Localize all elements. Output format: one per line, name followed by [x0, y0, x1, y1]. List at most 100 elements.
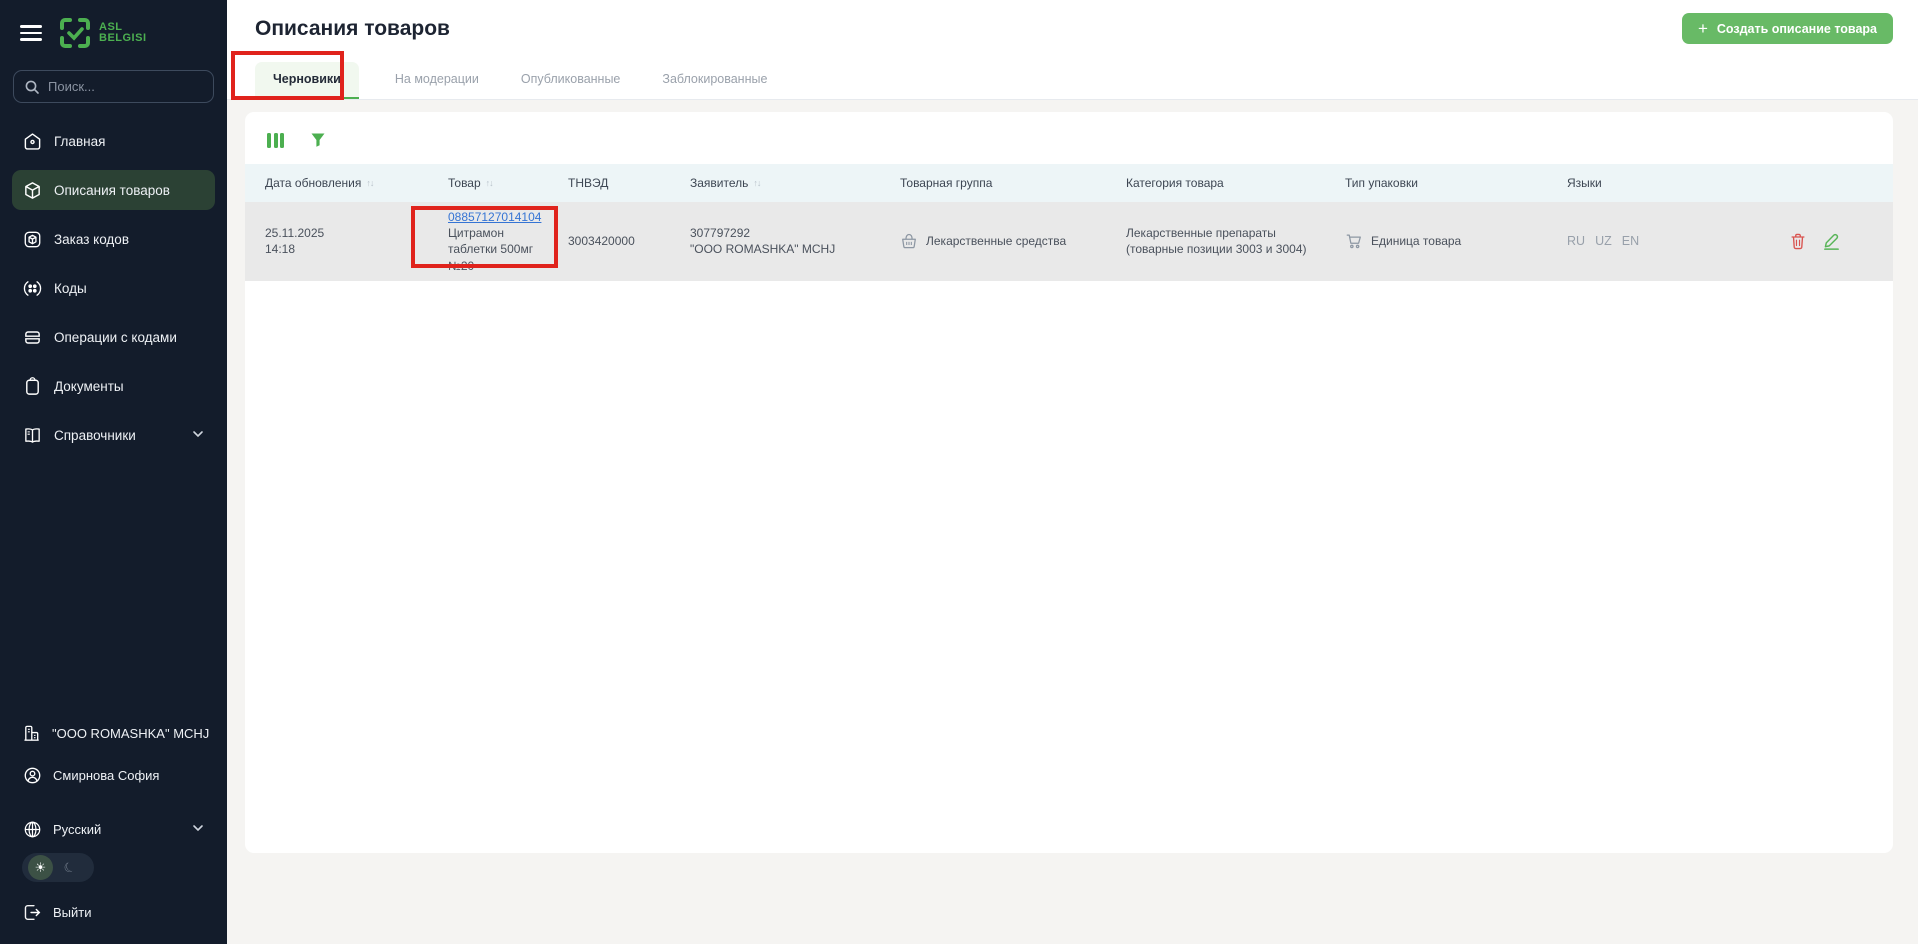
main-body: Дата обновления ↑↓ Товар ↑↓ ТНВЭД Заявит… [227, 101, 1918, 944]
page-title: Описания товаров [255, 17, 450, 41]
company-icon [22, 723, 41, 743]
create-button-label: Создать описание товара [1717, 22, 1877, 36]
content-card: Дата обновления ↑↓ Товар ↑↓ ТНВЭД Заявит… [245, 112, 1893, 853]
logout-button[interactable]: Выйти [12, 892, 215, 932]
app-logo: ASL BELGISI [58, 16, 147, 50]
documents-icon [22, 376, 42, 396]
dark-theme-icon[interactable]: ☾ [53, 851, 86, 884]
language-label: Русский [53, 822, 101, 837]
logout-icon [22, 902, 42, 922]
cell-updated: 25.11.2025 14:18 [245, 218, 428, 264]
cell-packaging: Единица товара [1325, 225, 1547, 257]
applicant-name: "OOO ROMASHKA" MCHJ [690, 241, 874, 257]
search-icon [24, 79, 40, 95]
user-icon [22, 765, 42, 785]
package-icon [22, 180, 42, 200]
globe-icon [22, 819, 42, 839]
sidebar-item-order-codes[interactable]: Заказ кодов [12, 219, 215, 259]
code-operations-icon [22, 327, 42, 347]
sidebar-item-label: Описания товаров [54, 183, 170, 198]
column-header-updated[interactable]: Дата обновления ↑↓ [245, 176, 428, 190]
cell-actions [1769, 225, 1911, 258]
column-header-applicant[interactable]: Заявитель ↑↓ [670, 176, 880, 190]
sidebar-item-home[interactable]: Главная [12, 121, 215, 161]
sidebar-item-documents[interactable]: Документы [12, 366, 215, 406]
light-theme-icon[interactable]: ☀ [28, 855, 53, 880]
cell-product-group: Лекарственные средства [880, 225, 1106, 257]
column-header-category: Категория товара [1106, 176, 1325, 190]
sort-icon: ↑↓ [366, 178, 373, 188]
tab-published[interactable]: Опубликованные [515, 62, 627, 99]
cell-tnved: 3003420000 [548, 226, 670, 256]
language-badge: EN [1622, 233, 1639, 250]
chevron-down-icon [191, 821, 205, 838]
sidebar-item-label: Операции с кодами [54, 330, 177, 345]
tab-moderation[interactable]: На модерации [389, 62, 485, 99]
cell-languages: RU UZ EN [1547, 226, 1769, 257]
sort-icon: ↑↓ [753, 178, 760, 188]
menu-icon[interactable] [20, 25, 42, 41]
cart-icon [1345, 232, 1363, 250]
updated-time: 14:18 [265, 241, 422, 257]
company-item[interactable]: "OOO ROMASHKA" MCHJ [12, 713, 215, 753]
columns-settings-icon[interactable] [267, 133, 284, 148]
search-input[interactable] [48, 79, 203, 94]
updated-date: 25.11.2025 [265, 225, 422, 241]
table-row[interactable]: 25.11.2025 14:18 08857127014104 Цитрамон… [245, 202, 1893, 281]
sidebar-item-code-operations[interactable]: Операции с кодами [12, 317, 215, 357]
language-badge: RU [1567, 233, 1585, 250]
order-codes-icon [22, 229, 42, 249]
column-header-tnved: ТНВЭД [548, 176, 670, 190]
column-header-group: Товарная группа [880, 176, 1106, 190]
tab-drafts[interactable]: Черновики [255, 62, 359, 99]
tab-blocked[interactable]: Заблокированные [656, 62, 773, 99]
sidebar-footer: "OOO ROMASHKA" MCHJ Смирнова София Русск… [0, 713, 227, 944]
logout-label: Выйти [53, 905, 92, 920]
sidebar-item-label: Коды [54, 281, 87, 296]
filter-icon[interactable] [310, 132, 326, 148]
plus-icon: + [1698, 20, 1708, 37]
product-name: Цитрамон таблетки 500мг №20 [448, 225, 542, 274]
cell-product: 08857127014104 Цитрамон таблетки 500мг №… [428, 202, 548, 281]
user-name: Смирнова София [53, 768, 159, 783]
sidebar-nav: Главная Описания товаров Заказ кодов Код… [0, 121, 227, 464]
logo-scan-check-icon [58, 16, 92, 50]
column-header-packaging: Тип упаковки [1325, 176, 1547, 190]
sidebar-item-directories[interactable]: Справочники [12, 415, 215, 455]
basket-icon [900, 232, 918, 250]
table-toolbar [245, 112, 1893, 164]
sidebar-header: ASL BELGISI [0, 0, 227, 56]
book-icon [22, 425, 42, 445]
packaging-type: Единица товара [1371, 233, 1461, 249]
product-group: Лекарственные средства [926, 233, 1066, 249]
chevron-down-icon [191, 427, 205, 444]
home-icon [22, 131, 42, 151]
user-item[interactable]: Смирнова София [12, 755, 215, 795]
sidebar-item-label: Справочники [54, 428, 136, 443]
main-area: Описания товаров + Создать описание това… [227, 0, 1918, 944]
main-header: Описания товаров + Создать описание това… [227, 0, 1918, 100]
company-name: "OOO ROMASHKA" MCHJ [52, 726, 209, 741]
sidebar-item-label: Документы [54, 379, 124, 394]
logo-text: ASL BELGISI [99, 22, 147, 44]
cell-applicant: 307797292 "OOO ROMASHKA" MCHJ [670, 218, 880, 264]
cell-category: Лекарственные препараты (товарные позици… [1106, 218, 1325, 264]
sidebar-item-codes[interactable]: Коды [12, 268, 215, 308]
create-description-button[interactable]: + Создать описание товара [1682, 13, 1893, 44]
sort-icon: ↑↓ [486, 178, 493, 188]
language-selector[interactable]: Русский [12, 809, 215, 849]
applicant-id: 307797292 [690, 225, 874, 241]
codes-icon [22, 278, 42, 298]
sidebar-search [13, 70, 214, 103]
column-header-product[interactable]: Товар ↑↓ [428, 176, 548, 190]
edit-button[interactable] [1822, 232, 1841, 251]
column-header-languages: Языки [1547, 176, 1769, 190]
sidebar-item-label: Главная [54, 134, 105, 149]
theme-toggle[interactable]: ☀ ☾ [22, 853, 94, 882]
sidebar-item-product-descriptions[interactable]: Описания товаров [12, 170, 215, 210]
sidebar-item-label: Заказ кодов [54, 232, 129, 247]
sidebar: ASL BELGISI Главная Описания товаров [0, 0, 227, 944]
tab-bar: Черновики На модерации Опубликованные За… [255, 62, 773, 99]
product-code-link[interactable]: 08857127014104 [448, 210, 541, 224]
delete-button[interactable] [1789, 232, 1807, 251]
